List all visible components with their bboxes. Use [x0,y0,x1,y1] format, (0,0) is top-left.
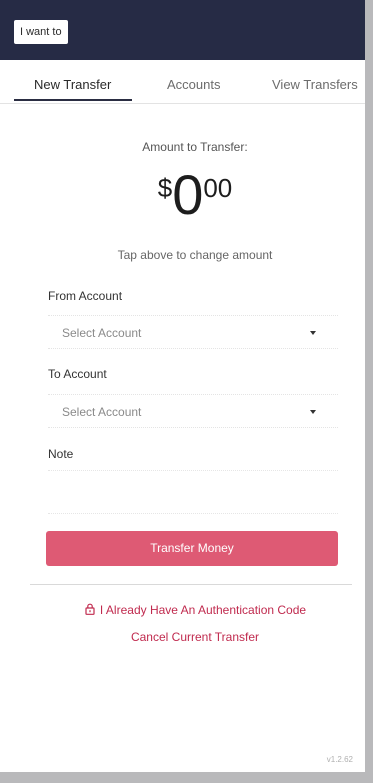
amount-whole: 0 [172,163,204,226]
from-account-select[interactable]: Select Account [48,315,338,349]
version-label: v1.2.62 [326,755,353,764]
to-account-select[interactable]: Select Account [48,394,338,428]
amount-label: Amount to Transfer: [142,140,248,154]
app-header: I want to [0,0,365,60]
tab-divider [0,103,365,104]
lock-icon [85,603,95,615]
chevron-down-icon [310,410,316,414]
active-tab-indicator [14,99,132,101]
to-account-label: To Account [48,367,107,381]
tab-bar: New Transfer Accounts View Transfers [0,68,365,104]
to-account-placeholder: Select Account [62,405,142,419]
currency-symbol: $ [157,173,173,203]
transfer-money-button[interactable]: Transfer Money [46,531,338,566]
section-divider [30,584,352,585]
tab-view-transfers[interactable]: View Transfers [272,77,358,92]
tab-new-transfer[interactable]: New Transfer [34,77,111,92]
amount-display[interactable]: $000 [0,165,365,225]
amount-hint: Tap above to change amount [117,248,273,262]
transfer-screen: I want to New Transfer Accounts View Tra… [0,0,365,772]
cancel-transfer-link[interactable]: Cancel Current Transfer [0,630,365,644]
note-input[interactable] [48,470,338,514]
from-account-placeholder: Select Account [62,326,142,340]
auth-code-link-label: I Already Have An Authentication Code [99,603,307,617]
chevron-down-icon [310,331,316,335]
amount-cents: 00 [203,173,233,203]
from-account-label: From Account [48,289,123,303]
tab-accounts[interactable]: Accounts [167,77,220,92]
note-label: Note [48,447,74,461]
i-want-to-button[interactable]: I want to [14,20,68,44]
auth-code-link[interactable]: I Already Have An Authentication Code [0,603,365,617]
